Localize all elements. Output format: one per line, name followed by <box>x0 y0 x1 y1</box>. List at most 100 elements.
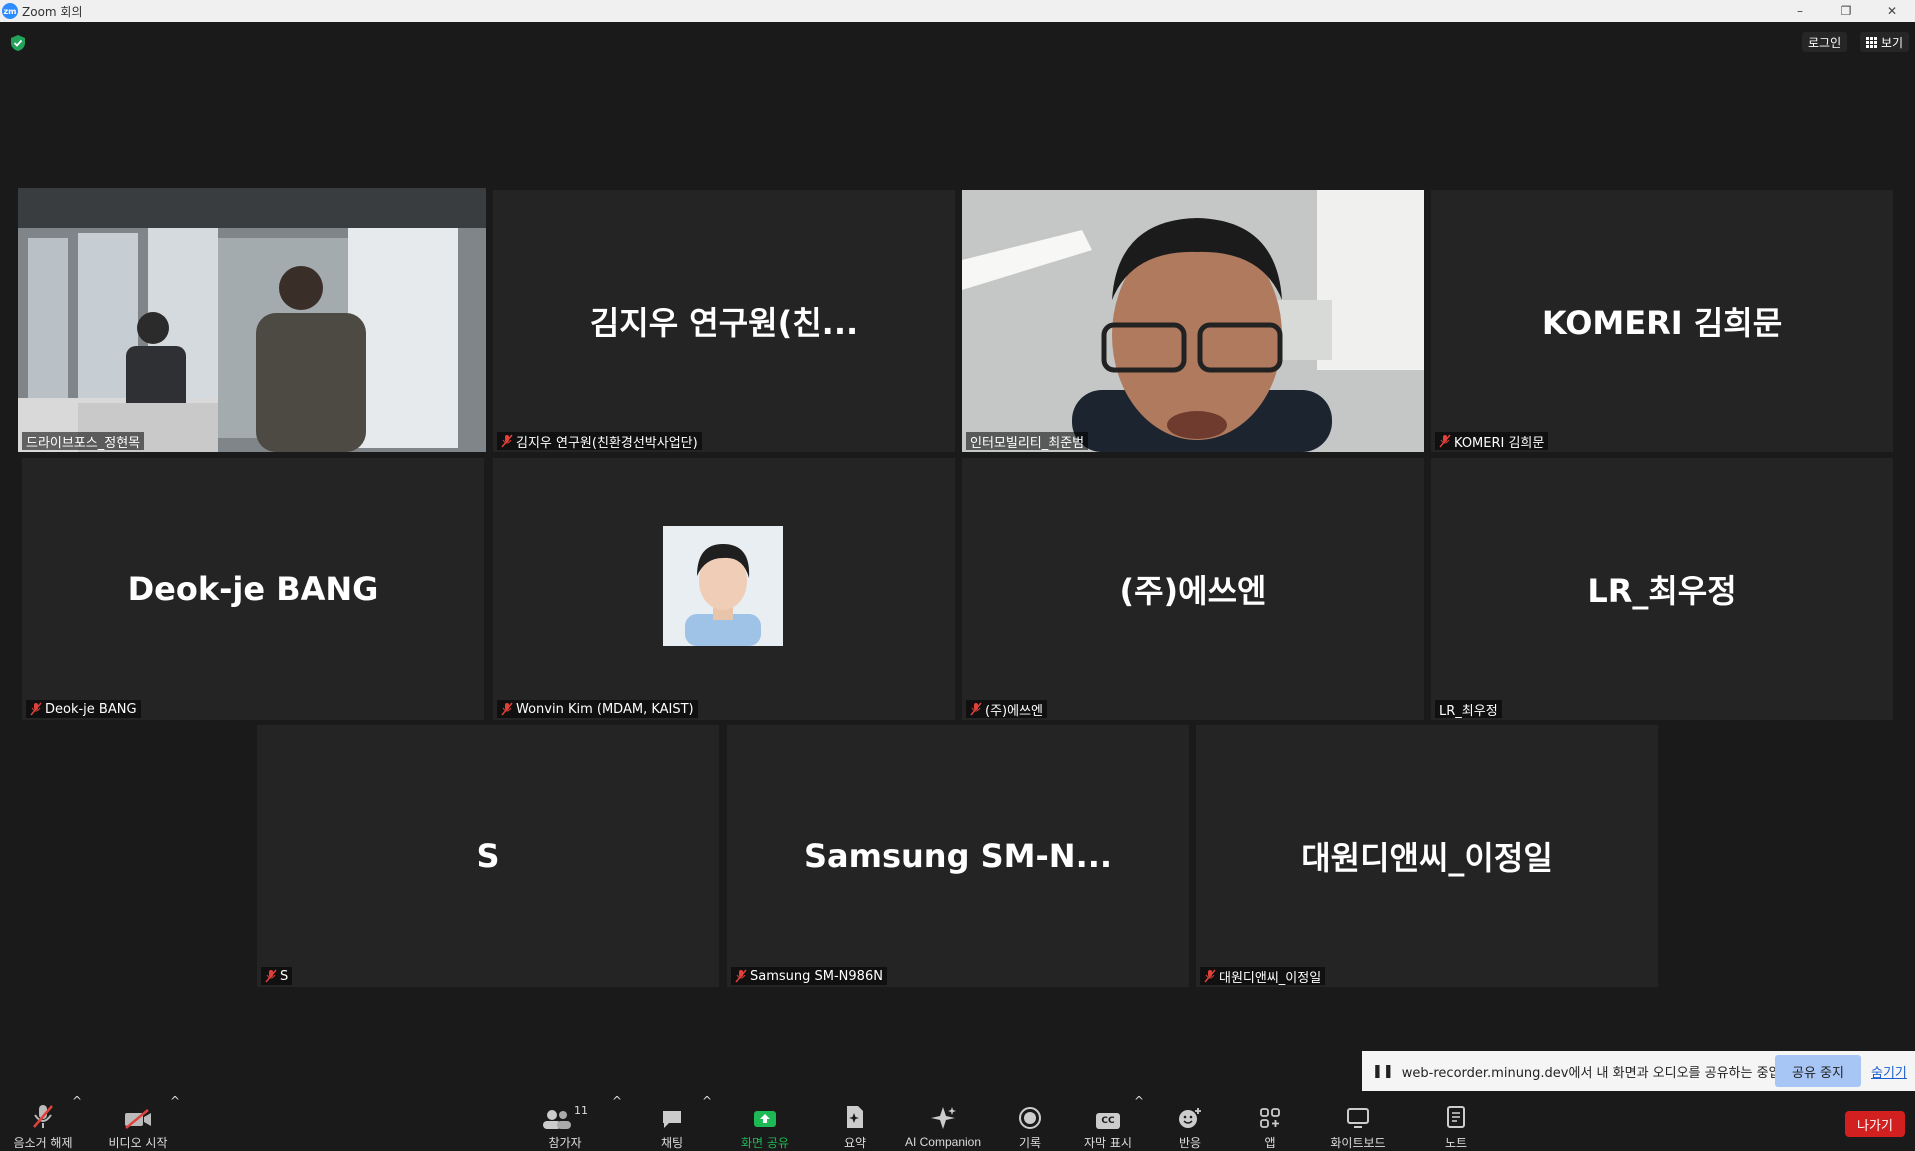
chat-icon <box>663 1111 681 1128</box>
record-label: 기록 <box>1018 1136 1042 1150</box>
participant-display-name: 대원디앤씨_이정일 <box>1301 839 1553 877</box>
whiteboard-label: 화이트보드 <box>1330 1136 1386 1150</box>
participant-display-name: KOMERI 김희문 <box>1541 304 1783 342</box>
apps-label: 앱 <box>1264 1136 1276 1150</box>
screen-share-notification: ❚❚ web-recorder.minung.dev에서 내 화면과 오디오를 … <box>1362 1051 1915 1091</box>
video-off-icon <box>125 1109 151 1129</box>
participant-tile[interactable]: S S <box>257 725 719 987</box>
minimize-icon[interactable]: – <box>1780 0 1820 22</box>
record-button[interactable]: 기록 <box>1010 1094 1050 1151</box>
participant-tile[interactable]: Deok-je BANG Deok-je BANG <box>22 458 484 720</box>
participants-button[interactable]: 11 참가자 <box>540 1094 590 1151</box>
ai-companion-button[interactable]: AI Companion <box>898 1094 988 1151</box>
captions-options-caret[interactable]: ^ <box>1134 1094 1144 1151</box>
login-button[interactable]: 로그인 <box>1802 32 1848 52</box>
reaction-smile-icon <box>1179 1108 1201 1128</box>
ai-sparkle-icon <box>931 1107 956 1129</box>
hide-link[interactable]: 숨기기 <box>1871 1051 1907 1091</box>
participant-tile[interactable]: Samsung SM-N... Samsung SM-N986N <box>727 725 1189 987</box>
security-shield-icon[interactable] <box>10 34 26 52</box>
participant-tile[interactable]: 대원디앤씨_이정일 대원디앤씨_이정일 <box>1196 725 1658 987</box>
mic-muted-icon <box>501 434 513 448</box>
chat-options-caret[interactable]: ^ <box>702 1094 712 1151</box>
apps-button[interactable]: 앱 <box>1250 1094 1290 1151</box>
summary-button[interactable]: 요약 <box>835 1094 875 1151</box>
share-screen-label: 화면 공유 <box>741 1136 789 1150</box>
participant-name-tag: S <box>261 967 293 985</box>
summary-icon <box>847 1106 863 1128</box>
participant-display-name: 김지우 연구원(친... <box>589 304 859 342</box>
unmute-button[interactable]: 음소거 해제 <box>8 1094 78 1151</box>
share-screen-icon <box>754 1111 776 1127</box>
audio-options-caret[interactable]: ^ <box>72 1094 82 1151</box>
close-icon[interactable]: ✕ <box>1872 0 1912 22</box>
reactions-label: 반응 <box>1178 1136 1202 1150</box>
participant-name-tag: 인터모빌리티_최준범 <box>966 432 1089 451</box>
participant-name: LR_최우정 <box>1439 703 1498 719</box>
apps-icon <box>1260 1108 1280 1128</box>
start-video-button[interactable]: 비디오 시작 <box>100 1094 176 1151</box>
reactions-button[interactable]: 반응 <box>1170 1094 1210 1151</box>
participant-name-tag: 대원디앤씨_이정일 <box>1200 967 1326 986</box>
participant-tile[interactable]: KOMERI 김희문 KOMERI 김희문 <box>1431 190 1893 452</box>
share-screen-button[interactable]: 화면 공유 <box>730 1094 800 1151</box>
zoom-logo-icon: zm <box>2 3 18 19</box>
participant-display-name: Deok-je BANG <box>127 570 379 608</box>
login-label: 로그인 <box>1808 35 1842 50</box>
captions-icon: CC <box>1096 1113 1120 1129</box>
view-label: 보기 <box>1881 35 1904 50</box>
whiteboard-button[interactable]: 화이트보드 <box>1320 1094 1396 1151</box>
participant-name-tag: Deok-je BANG <box>26 700 141 718</box>
notes-icon <box>1447 1106 1465 1128</box>
participant-tile[interactable]: 드라이브포스_정현목 <box>18 188 486 452</box>
participant-tile[interactable]: (주)에쓰엔 (주)에쓰엔 <box>962 458 1424 720</box>
video-options-caret[interactable]: ^ <box>170 1094 180 1151</box>
video-feed <box>18 188 486 452</box>
participant-name-tag: KOMERI 김희문 <box>1435 432 1549 451</box>
record-icon <box>1019 1107 1041 1129</box>
participant-tile[interactable]: LR_최우정 LR_최우정 <box>1431 458 1893 720</box>
leave-button[interactable]: 나가기 <box>1845 1111 1905 1137</box>
mic-muted-icon <box>970 702 982 716</box>
participant-name: 인터모빌리티_최준범 <box>970 435 1085 451</box>
participant-name: S <box>280 968 289 984</box>
chat-button[interactable]: 채팅 <box>650 1094 694 1151</box>
participant-tile[interactable]: Wonvin Kim (MDAM, KAIST) <box>493 458 955 720</box>
participants-options-caret[interactable]: ^ <box>612 1094 622 1151</box>
grid-icon <box>1866 36 1877 48</box>
view-button[interactable]: 보기 <box>1860 32 1910 52</box>
title-bar: zm Zoom 회의 <box>0 0 1915 22</box>
participant-name: 대원디앤씨_이정일 <box>1219 970 1322 986</box>
window-title: Zoom 회의 <box>22 4 83 19</box>
participants-count: 11 <box>574 1104 588 1117</box>
participant-tile[interactable]: 인터모빌리티_최준범 <box>962 190 1424 452</box>
participant-name: Samsung SM-N986N <box>750 968 883 984</box>
mic-off-icon <box>33 1105 53 1128</box>
captions-button[interactable]: CC 자막 표시 <box>1078 1094 1138 1151</box>
profile-photo <box>663 526 783 646</box>
mic-muted-icon <box>1204 969 1216 983</box>
restore-icon[interactable]: ❐ <box>1826 0 1866 22</box>
stop-share-button[interactable]: 공유 중지 <box>1775 1055 1861 1087</box>
share-message: web-recorder.minung.dev에서 내 화면과 오디오를 공유하… <box>1401 1065 1809 1081</box>
participant-name-tag: 김지우 연구원(친환경선박사업단) <box>497 432 702 451</box>
start-video-label: 비디오 시작 <box>108 1136 168 1150</box>
participant-name-tag: LR_최우정 <box>1435 700 1502 719</box>
pause-icon[interactable]: ❚❚ <box>1372 1064 1394 1079</box>
participant-name: 김지우 연구원(친환경선박사업단) <box>516 435 698 451</box>
participant-name: Wonvin Kim (MDAM, KAIST) <box>516 701 694 717</box>
participant-name-tag: Wonvin Kim (MDAM, KAIST) <box>497 700 698 718</box>
participant-display-name: Samsung SM-N... <box>803 837 1113 875</box>
participant-tile[interactable]: 김지우 연구원(친... 김지우 연구원(친환경선박사업단) <box>493 190 955 452</box>
ai-companion-label: AI Companion <box>904 1135 982 1149</box>
mic-muted-icon <box>1439 434 1451 448</box>
unmute-label: 음소거 해제 <box>13 1136 73 1150</box>
participant-display-name: (주)에쓰엔 <box>1119 572 1267 610</box>
summary-label: 요약 <box>843 1136 867 1150</box>
mic-muted-icon <box>30 702 42 716</box>
captions-label: 자막 표시 <box>1084 1136 1132 1150</box>
notes-button[interactable]: 노트 <box>1436 1094 1476 1151</box>
notes-label: 노트 <box>1444 1136 1468 1150</box>
participants-icon <box>543 1110 571 1129</box>
participant-name: Deok-je BANG <box>45 701 137 717</box>
